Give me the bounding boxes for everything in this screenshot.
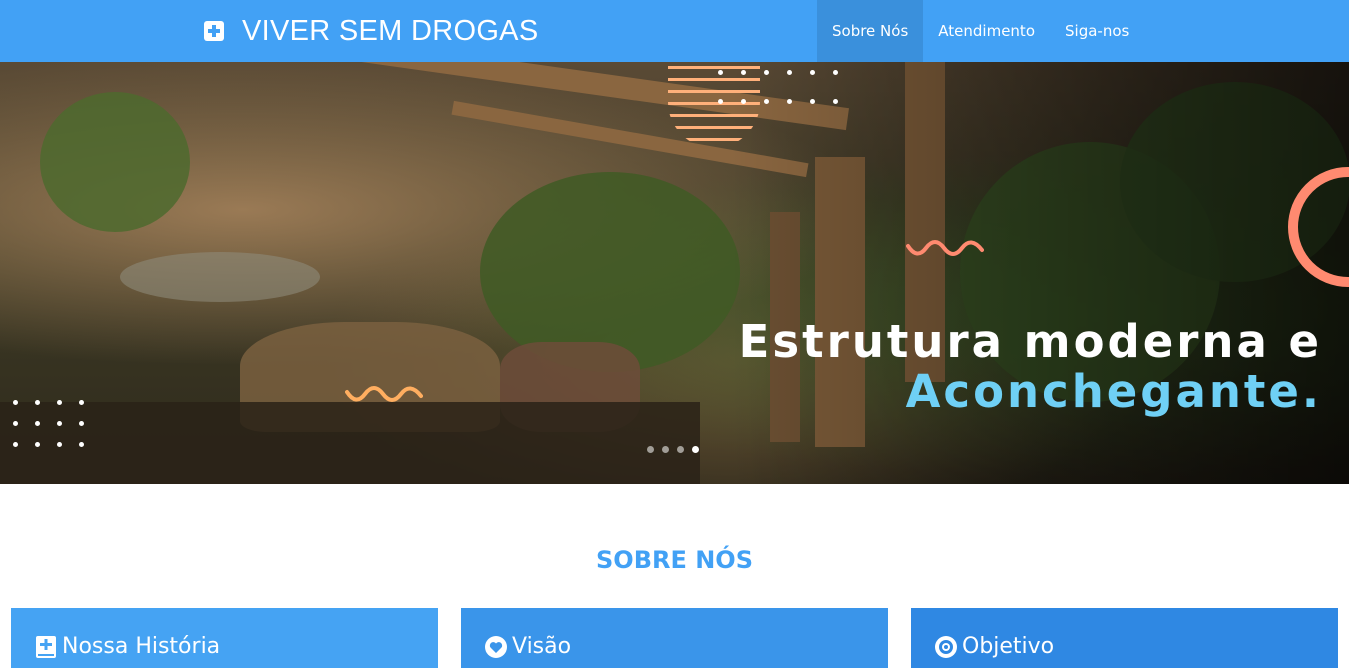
card-title: Objetivo xyxy=(962,634,1055,659)
card-visao[interactable]: Visão xyxy=(461,608,888,668)
carousel-dot[interactable] xyxy=(662,446,669,453)
dots-decoration xyxy=(13,400,85,447)
nav-item-siga-nos[interactable]: Siga-nos xyxy=(1050,0,1144,62)
hero-carousel[interactable]: Estrutura moderna e Aconchegante. xyxy=(0,62,1349,484)
carousel-dot-active[interactable] xyxy=(692,446,699,453)
hero-overlay xyxy=(729,62,1349,484)
wave-decoration xyxy=(906,240,984,256)
dots-decoration xyxy=(718,70,838,104)
hero-title: Estrutura moderna e Aconchegante. xyxy=(739,317,1322,417)
carousel-dot[interactable] xyxy=(677,446,684,453)
wave-decoration xyxy=(345,386,423,402)
glass-table xyxy=(120,252,320,302)
card-title: Visão xyxy=(512,634,572,659)
navbar: VIVER SEM DROGAS Sobre Nós Atendimento S… xyxy=(0,0,1349,62)
nav-item-sobre-nos[interactable]: Sobre Nós xyxy=(817,0,924,62)
nav-item-atendimento[interactable]: Atendimento xyxy=(923,0,1050,62)
section-title: SOBRE NÓS xyxy=(596,546,753,574)
floor xyxy=(0,402,700,484)
carousel-dot[interactable] xyxy=(647,446,654,453)
main-nav: Sobre Nós Atendimento Siga-nos xyxy=(817,0,1144,62)
medical-book-icon xyxy=(35,636,57,658)
card-title: Nossa História xyxy=(62,634,221,659)
brand-title: VIVER SEM DROGAS xyxy=(242,14,539,47)
hero-title-line2: Aconchegante. xyxy=(905,365,1322,418)
heart-circle-icon xyxy=(485,636,507,658)
target-icon xyxy=(935,636,957,658)
brand[interactable]: VIVER SEM DROGAS xyxy=(204,0,538,62)
plant xyxy=(40,92,190,232)
medical-plus-icon xyxy=(204,21,224,41)
carousel-indicators xyxy=(647,446,699,453)
plant xyxy=(480,172,740,372)
hero-title-line1: Estrutura moderna e xyxy=(738,315,1322,368)
card-objetivo[interactable]: Objetivo xyxy=(911,608,1338,668)
card-nossa-historia[interactable]: Nossa História xyxy=(11,608,438,668)
